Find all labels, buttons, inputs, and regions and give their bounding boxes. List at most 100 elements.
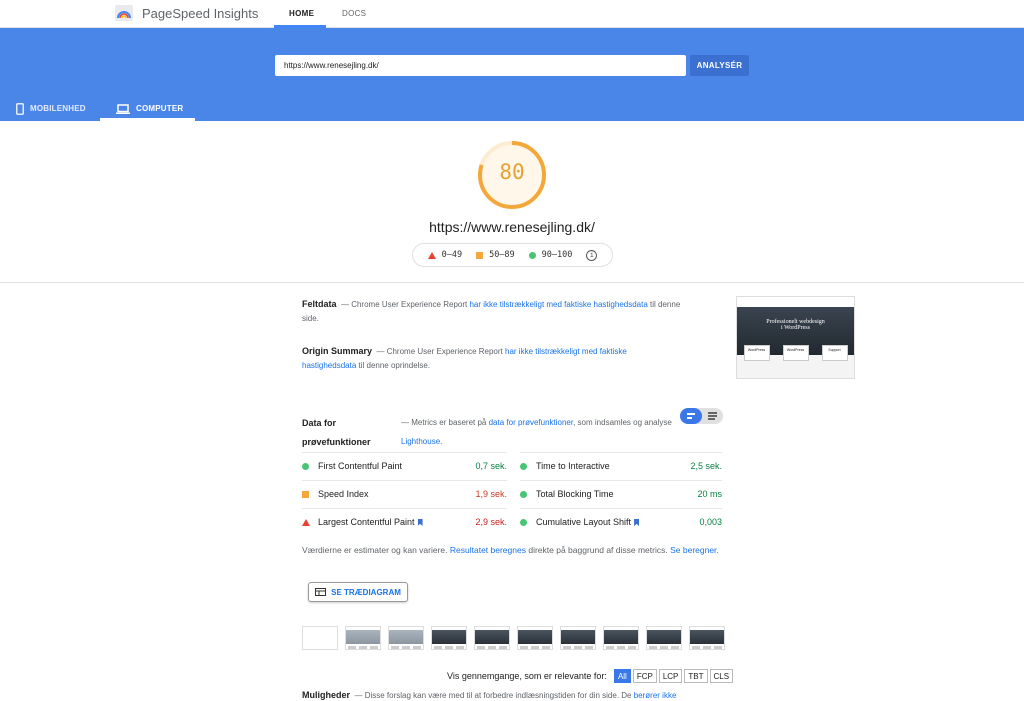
metric-label-wrap: Cumulative Layout Shift	[536, 517, 699, 527]
filmstrip-frame	[474, 626, 510, 650]
smartphone-icon	[16, 102, 24, 115]
filter-tbt-button[interactable]: TBT	[684, 669, 708, 683]
tab-mobile-label: MOBILENHED	[30, 104, 86, 113]
nav-tab-docs[interactable]: DOCS	[342, 9, 366, 18]
lab-data-title-line2: prøvefunktioner	[302, 437, 371, 447]
compact-view-button[interactable]	[680, 408, 702, 424]
treemap-button[interactable]: SE TRÆDIAGRAM	[308, 582, 408, 602]
calculator-link[interactable]: Se beregner	[670, 545, 716, 555]
metric-pass-icon	[520, 518, 536, 526]
field-data-title: Feltdata	[302, 299, 337, 309]
metrics-view-toggle[interactable]	[680, 408, 723, 424]
treemap-button-label: SE TRÆDIAGRAM	[331, 587, 401, 597]
filmstrip-frame	[646, 626, 682, 650]
laptop-icon	[116, 103, 130, 114]
metric-value: 2,9 sek.	[475, 517, 507, 527]
lab-data-text-mid: , som indsamles og analyse	[573, 418, 672, 427]
opportunities-text: — Disse forslag kan være med til at forb…	[354, 691, 632, 700]
thumbnail-hero-line2: i WordPress	[781, 325, 810, 331]
metric-label: Time to Interactive	[536, 461, 610, 471]
performance-score: 80	[499, 160, 525, 184]
nav-tab-home[interactable]: HOME	[289, 9, 314, 18]
thumbnail-card: WordPress	[782, 345, 809, 361]
filmstrip-frame	[689, 626, 725, 650]
metric-pass-icon	[302, 462, 318, 470]
metric-value: 0,7 sek.	[475, 461, 507, 471]
legend-average: 50–89	[476, 250, 515, 260]
circle-icon	[528, 251, 536, 259]
lab-data-link[interactable]: data for prøvefunktioner	[489, 418, 574, 427]
estimate-note-text-mid: direkte på baggrund af disse metrics.	[528, 545, 668, 555]
search-header: ANALYSÉR MOBILENHED COMPUTER	[0, 28, 1024, 121]
thumbnail-navbar	[737, 297, 854, 307]
metric-label-wrap: Time to Interactive	[536, 461, 690, 471]
filmstrip-frame	[431, 626, 467, 650]
metric-row: Cumulative Layout Shift 0,003	[520, 508, 722, 535]
legend-good-label: 90–100	[541, 250, 573, 260]
triangle-icon	[427, 251, 436, 259]
metric-label-wrap: Total Blocking Time	[536, 489, 697, 499]
opportunities-link[interactable]: berører ikke	[634, 691, 677, 700]
filmstrip-frame	[345, 626, 381, 650]
field-data-section: Feltdata — Chrome User Experience Report…	[302, 297, 682, 326]
top-bar: PageSpeed Insights HOME DOCS	[0, 0, 1024, 28]
page-screenshot-thumbnail: Professionelt webdesign i WordPress Word…	[736, 296, 855, 379]
field-data-text: — Chrome User Experience Report	[340, 300, 468, 309]
legend-average-label: 50–89	[489, 250, 515, 260]
bookmark-icon[interactable]	[417, 519, 423, 526]
opportunities-title: Muligheder	[302, 690, 351, 700]
metric-value: 20 ms	[697, 489, 722, 499]
metric-row: First Contentful Paint 0,7 sek.	[302, 452, 507, 479]
filter-cls-button[interactable]: CLS	[709, 669, 734, 683]
metric-average-icon	[302, 490, 318, 498]
legend-poor-label: 0–49	[441, 250, 463, 260]
square-icon	[476, 251, 484, 259]
treemap-icon	[315, 588, 327, 596]
info-icon[interactable]: i	[586, 249, 598, 261]
filmstrip-frame	[302, 626, 338, 650]
filmstrip-frame	[517, 626, 553, 650]
analyse-button[interactable]: ANALYSÉR	[690, 55, 749, 76]
metric-label: Cumulative Layout Shift	[536, 517, 632, 527]
metric-label: Largest Contentful Paint	[318, 517, 415, 527]
metric-label: Speed Index	[318, 489, 369, 499]
metric-fail-icon	[302, 518, 318, 526]
estimate-note: Værdierne er estimater og kan variere. R…	[302, 543, 727, 558]
origin-summary-section: Origin Summary — Chrome User Experience …	[302, 344, 672, 373]
calculated-link[interactable]: Resultatet beregnes	[450, 545, 526, 555]
filmstrip-frame	[388, 626, 424, 650]
metric-row: Largest Contentful Paint 2,9 sek.	[302, 508, 507, 535]
pagespeed-logo-icon	[115, 5, 133, 21]
lab-data-title-line1: Data for	[302, 418, 337, 428]
field-data-link[interactable]: har ikke tilstrækkeligt med faktiske has…	[469, 300, 647, 309]
metric-label-wrap: First Contentful Paint	[318, 461, 475, 471]
filter-lcp-button[interactable]: LCP	[658, 669, 683, 683]
filter-fcp-button[interactable]: FCP	[632, 669, 657, 683]
lab-data-text: — Metrics er baseret på	[401, 418, 487, 427]
app-title: PageSpeed Insights	[142, 6, 259, 21]
metric-value: 1,9 sek.	[475, 489, 507, 499]
lab-data-description: — Metrics er baseret på data for prøvefu…	[401, 413, 679, 451]
lab-data-title: Data for prøvefunktioner	[302, 414, 371, 452]
lighthouse-link[interactable]: Lighthouse	[401, 437, 440, 446]
metric-row: Total Blocking Time 20 ms	[520, 480, 722, 507]
estimate-note-text-end: .	[716, 545, 719, 555]
metric-pass-icon	[520, 462, 536, 470]
section-divider	[0, 282, 1024, 283]
url-input[interactable]	[275, 55, 686, 76]
filmstrip-frame	[560, 626, 596, 650]
metric-label-wrap: Largest Contentful Paint	[318, 517, 475, 527]
tab-desktop-label: COMPUTER	[136, 104, 184, 113]
score-legend: 0–49 50–89 90–100 i	[412, 243, 613, 267]
metric-pass-icon	[520, 490, 536, 498]
metric-label: First Contentful Paint	[318, 461, 403, 471]
tested-url: https://www.renesejling.dk/	[429, 219, 595, 235]
device-tab-indicator	[100, 118, 195, 121]
thumbnail-card: WordPress	[743, 345, 770, 361]
tab-mobile[interactable]: MOBILENHED	[16, 96, 86, 121]
audit-filter-label: Vis gennemgange, som er relevante for:	[447, 671, 607, 681]
bookmark-icon[interactable]	[634, 519, 640, 526]
legend-poor: 0–49	[427, 250, 463, 260]
metric-label: Total Blocking Time	[536, 489, 614, 499]
filter-all-button[interactable]: All	[613, 669, 631, 683]
